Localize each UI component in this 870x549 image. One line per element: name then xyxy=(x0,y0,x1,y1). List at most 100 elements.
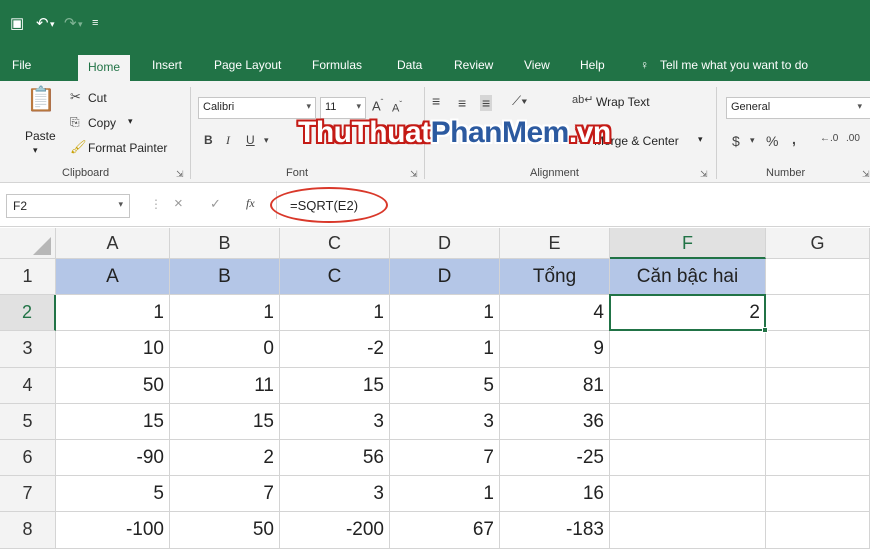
number-launcher-icon[interactable]: ⇲ xyxy=(862,169,870,180)
cell-g8[interactable] xyxy=(766,512,870,549)
copy-button[interactable]: Copy xyxy=(88,116,116,130)
percent-button[interactable]: % xyxy=(766,133,778,149)
cell-f4[interactable] xyxy=(610,367,766,404)
cell-e6[interactable]: -25 xyxy=(500,440,610,477)
format-painter-icon[interactable]: 🖌 xyxy=(70,139,87,155)
cell-d4[interactable]: 5 xyxy=(390,367,500,404)
cell-b3[interactable]: 0 xyxy=(170,331,280,368)
save-icon[interactable]: ▣ xyxy=(10,14,24,32)
wrap-text-icon[interactable]: ab↵ xyxy=(572,93,593,106)
cell-e1[interactable]: Tổng xyxy=(500,259,610,296)
tab-formulas[interactable]: Formulas xyxy=(312,58,362,72)
tab-help[interactable]: Help xyxy=(580,58,605,72)
cell-f1[interactable]: Căn bậc hai xyxy=(610,259,766,296)
row-header-5[interactable]: 5 xyxy=(0,403,56,440)
tab-data[interactable]: Data xyxy=(397,58,422,72)
cut-button[interactable]: Cut xyxy=(88,91,107,105)
cell-a5[interactable]: 15 xyxy=(56,403,170,440)
cell-b8[interactable]: 50 xyxy=(170,512,280,549)
increase-decimal-icon[interactable]: ←.0 xyxy=(820,133,838,144)
cell-d7[interactable]: 1 xyxy=(390,476,500,513)
cell-c2[interactable]: 1 xyxy=(280,295,390,332)
cell-b6[interactable]: 2 xyxy=(170,440,280,477)
row-header-1[interactable]: 1 xyxy=(0,259,56,296)
copy-dropdown-icon[interactable]: ▾ xyxy=(128,116,133,127)
cell-a1[interactable]: A xyxy=(56,259,170,296)
row-header-4[interactable]: 4 xyxy=(0,367,56,404)
column-header-e[interactable]: E xyxy=(500,228,610,259)
align-middle-icon[interactable]: ≡ xyxy=(458,95,466,111)
alignment-launcher-icon[interactable]: ⇲ xyxy=(700,169,708,180)
tab-insert[interactable]: Insert xyxy=(152,58,182,72)
cell-c8[interactable]: -200 xyxy=(280,512,390,549)
merge-dropdown-icon[interactable]: ▾ xyxy=(698,134,703,145)
cell-a7[interactable]: 5 xyxy=(56,476,170,513)
column-header-a[interactable]: A xyxy=(56,228,170,259)
cell-e3[interactable]: 9 xyxy=(500,331,610,368)
number-format-combo[interactable]: General ▾ xyxy=(726,97,870,119)
cell-c7[interactable]: 3 xyxy=(280,476,390,513)
align-top-icon[interactable]: ≡ xyxy=(432,93,440,109)
column-header-d[interactable]: D xyxy=(390,228,500,259)
grow-font-icon[interactable]: Aˆ xyxy=(372,98,383,113)
cell-g4[interactable] xyxy=(766,367,870,404)
column-header-f[interactable]: F xyxy=(610,228,766,259)
paste-dropdown-icon[interactable]: ▾ xyxy=(33,145,38,156)
cell-g2[interactable] xyxy=(766,295,870,332)
cell-e4[interactable]: 81 xyxy=(500,367,610,404)
insert-function-icon[interactable]: fx xyxy=(246,196,255,211)
cell-g7[interactable] xyxy=(766,476,870,513)
currency-button[interactable]: $ xyxy=(732,133,740,149)
cell-a4[interactable]: 50 xyxy=(56,367,170,404)
column-header-b[interactable]: B xyxy=(170,228,280,259)
paste-button[interactable]: Paste xyxy=(25,129,56,143)
cell-f7[interactable] xyxy=(610,476,766,513)
underline-button[interactable]: U xyxy=(246,133,255,147)
cell-a2[interactable]: 1 xyxy=(56,295,170,332)
cancel-icon[interactable]: × xyxy=(174,195,183,212)
paste-icon[interactable]: 📋 xyxy=(26,85,56,114)
tab-file[interactable]: File xyxy=(12,58,31,72)
select-all-button[interactable] xyxy=(0,228,56,259)
cell-b7[interactable]: 7 xyxy=(170,476,280,513)
clipboard-launcher-icon[interactable]: ⇲ xyxy=(176,169,184,180)
underline-dropdown-icon[interactable]: ▾ xyxy=(264,135,269,146)
cell-c1[interactable]: C xyxy=(280,259,390,296)
row-header-7[interactable]: 7 xyxy=(0,476,56,513)
cell-c5[interactable]: 3 xyxy=(280,403,390,440)
cell-e2[interactable]: 4 xyxy=(500,295,610,332)
currency-dropdown-icon[interactable]: ▾ xyxy=(750,135,755,146)
undo-dropdown-icon[interactable]: ▾ xyxy=(50,19,55,30)
cell-b2[interactable]: 1 xyxy=(170,295,280,332)
column-header-c[interactable]: C xyxy=(280,228,390,259)
tell-me-box[interactable]: Tell me what you want to do xyxy=(660,58,808,72)
customize-qat-icon[interactable]: ≡ xyxy=(92,17,98,29)
cell-a8[interactable]: -100 xyxy=(56,512,170,549)
wrap-text-button[interactable]: Wrap Text xyxy=(596,95,650,109)
name-box[interactable]: F2 ▾ xyxy=(6,194,130,218)
undo-icon[interactable]: ↶ xyxy=(36,14,49,32)
tab-view[interactable]: View xyxy=(524,58,550,72)
font-launcher-icon[interactable]: ⇲ xyxy=(410,169,418,180)
orientation-icon[interactable]: ⟋▾ xyxy=(512,93,527,109)
italic-button[interactable]: I xyxy=(226,133,230,148)
cell-a6[interactable]: -90 xyxy=(56,440,170,477)
row-header-3[interactable]: 3 xyxy=(0,331,56,368)
chevron-down-icon[interactable]: ▾ xyxy=(118,199,123,210)
decrease-decimal-icon[interactable]: .00 xyxy=(846,133,860,144)
cell-g6[interactable] xyxy=(766,440,870,477)
cell-f5[interactable] xyxy=(610,403,766,440)
cell-d5[interactable]: 3 xyxy=(390,403,500,440)
cell-b1[interactable]: B xyxy=(170,259,280,296)
cell-c3[interactable]: -2 xyxy=(280,331,390,368)
cell-g3[interactable] xyxy=(766,331,870,368)
comma-button[interactable]: , xyxy=(792,131,796,147)
fill-handle[interactable] xyxy=(762,327,768,334)
cell-b4[interactable]: 11 xyxy=(170,367,280,404)
bold-button[interactable]: B xyxy=(204,133,213,147)
format-painter-button[interactable]: Format Painter xyxy=(88,141,167,155)
cell-a3[interactable]: 10 xyxy=(56,331,170,368)
cell-d8[interactable]: 67 xyxy=(390,512,500,549)
cell-e8[interactable]: -183 xyxy=(500,512,610,549)
cut-icon[interactable]: ✂ xyxy=(70,89,81,105)
